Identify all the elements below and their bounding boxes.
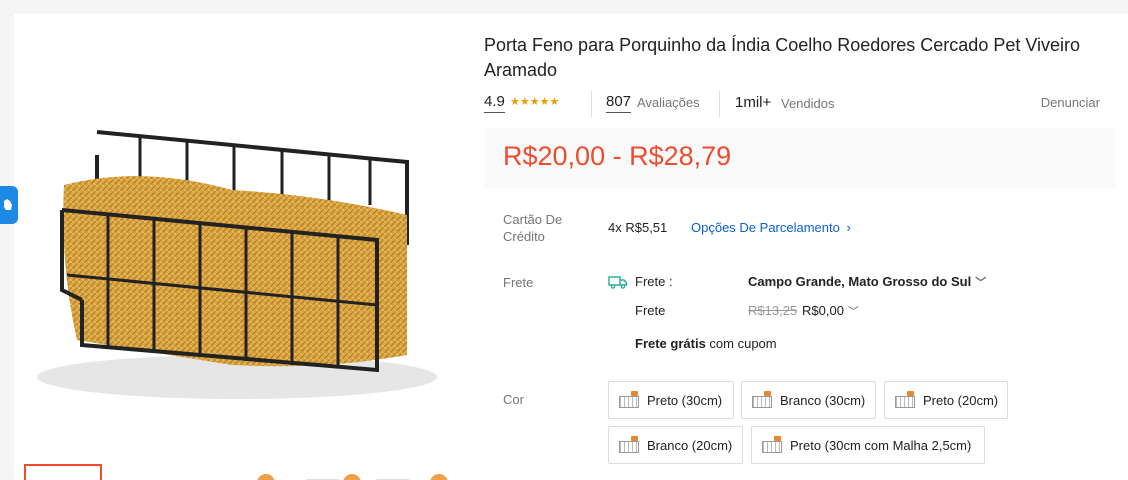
divider [719,91,720,117]
shipping-destination-selector[interactable]: Campo Grande, Mato Grosso do Sul ﹀ [748,274,986,290]
variant-label: Branco (30cm) [780,392,866,408]
credit-label: Cartão De Crédito [503,212,563,244]
reviews-count[interactable]: 807 [606,93,632,113]
shipping-cost-selector[interactable]: R$0,00 ﹀ [802,303,859,319]
thumbnail-badge-icon [257,474,275,480]
free-shipping-rest: com cupom [705,336,777,351]
report-link[interactable]: Denunciar [1041,95,1100,110]
thumbnail-selected[interactable] [24,464,102,480]
chevron-right-icon: › [846,220,851,235]
side-floating-tab[interactable] [0,186,18,224]
variant-thumbnail-icon [760,435,784,455]
installment-options-label: Opções De Parcelamento [691,220,840,235]
product-meta-row: 4.9 ★★★★★ 807 Avaliações 1mil+ Vendidos … [484,91,1114,117]
variant-option[interactable]: Preto (30cm com Malha 2,5cm) [751,426,985,464]
shipping-head-label: Frete : [635,274,673,289]
thumbnail-badge-icon [430,474,448,480]
reviews-label: Avaliações [637,95,700,110]
installment-options-link[interactable]: Opções De Parcelamento › [691,220,851,235]
shipping-old-price: R$13,25 [748,303,798,318]
chevron-down-icon: ﹀ [975,277,987,289]
price-range: R$20,00 - R$28,79 [503,141,732,171]
thumbnail-badge-icon [343,474,361,480]
color-label: Cor [503,392,524,407]
chevron-down-icon: ﹀ [847,306,859,318]
shipping-new-price: R$0,00 [802,303,844,318]
thumbnail-strip [24,464,464,480]
pet-icon [4,199,12,210]
variant-option[interactable]: Branco (30cm) [741,381,876,419]
installments-value: 4x R$5,51 [608,220,668,235]
truck-icon [608,276,628,289]
rating-value[interactable]: 4.9 [484,93,505,113]
shipping-destination: Campo Grande, Mato Grosso do Sul [748,274,972,289]
divider [591,91,592,117]
shipping-label: Frete [503,275,534,290]
variant-label: Branco (20cm) [647,437,733,453]
free-shipping-note: Frete grátis com cupom [635,336,777,351]
price-box: R$20,00 - R$28,79 [484,128,1116,188]
variant-thumbnail-icon [893,390,917,410]
variant-thumbnail-icon [617,390,641,410]
product-image[interactable] [22,115,452,415]
product-title: Porta Feno para Porquinho da Índia Coelh… [484,35,1081,80]
shipping-cost-label: Frete [635,303,666,318]
sold-count: 1mil+ [735,94,772,111]
variant-label: Preto (20cm) [923,392,999,408]
variant-thumbnail-icon [750,390,774,410]
variant-label: Preto (30cm com Malha 2,5cm) [790,437,972,453]
free-shipping-bold: Frete grátis [635,336,706,351]
variant-label: Preto (30cm) [647,392,723,408]
variant-option[interactable]: Preto (20cm) [884,381,1008,419]
star-icon: ★★★★★ [510,96,560,108]
variant-thumbnail-icon [617,435,641,455]
variant-option[interactable]: Preto (30cm) [608,381,734,419]
sold-label: Vendidos [781,96,835,111]
variant-option[interactable]: Branco (20cm) [608,426,743,464]
